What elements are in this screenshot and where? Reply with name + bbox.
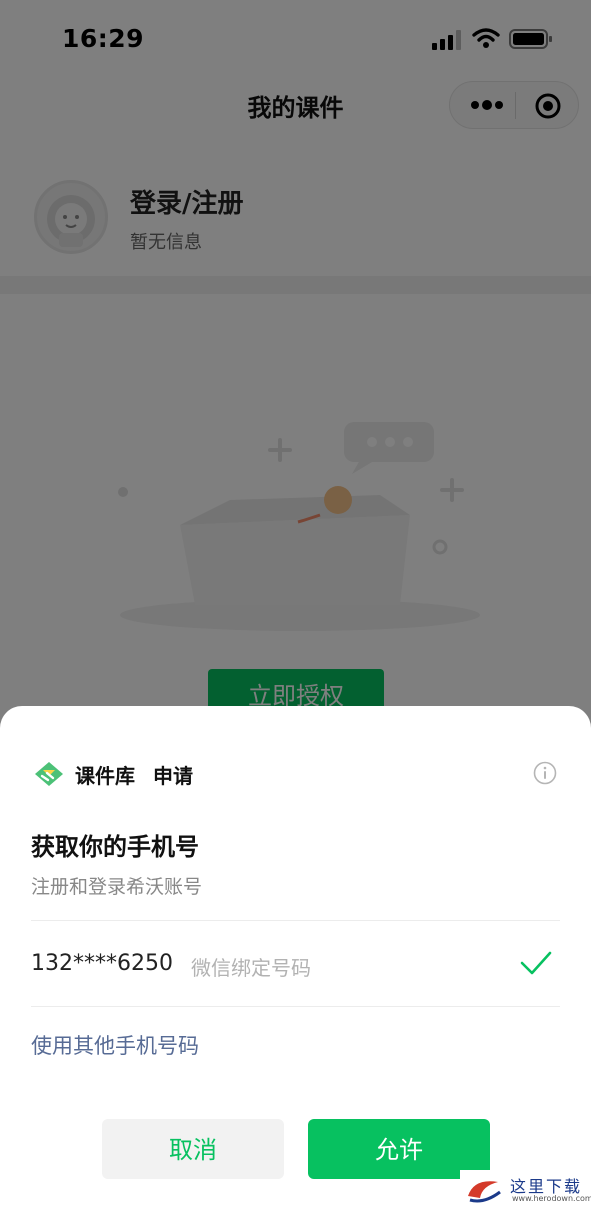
phone-authorization-sheet: 课件库 申请 获取你的手机号 注册和登录希沃账号 132****6250 微信绑…	[0, 706, 591, 1209]
phone-option-row[interactable]: 132****6250 微信绑定号码	[31, 921, 560, 1007]
info-icon[interactable]	[533, 761, 557, 785]
cancel-button[interactable]: 取消	[102, 1119, 284, 1179]
watermark-logo-icon	[468, 1181, 501, 1203]
phone-number: 132****6250	[31, 951, 173, 976]
use-other-phone-link[interactable]: 使用其他手机号码	[31, 1030, 199, 1060]
sheet-title: 获取你的手机号	[31, 833, 199, 861]
phone-note: 微信绑定号码	[191, 956, 311, 980]
app-logo-icon	[35, 762, 63, 786]
sheet-description: 注册和登录希沃账号	[31, 876, 203, 898]
divider	[31, 1006, 560, 1007]
checkmark-icon	[520, 951, 552, 975]
watermark-url: www.herodown.com	[512, 1194, 591, 1203]
watermark: 这里下载 www.herodown.com	[460, 1170, 591, 1209]
request-label: 申请	[153, 764, 193, 788]
app-name: 课件库	[75, 764, 135, 788]
